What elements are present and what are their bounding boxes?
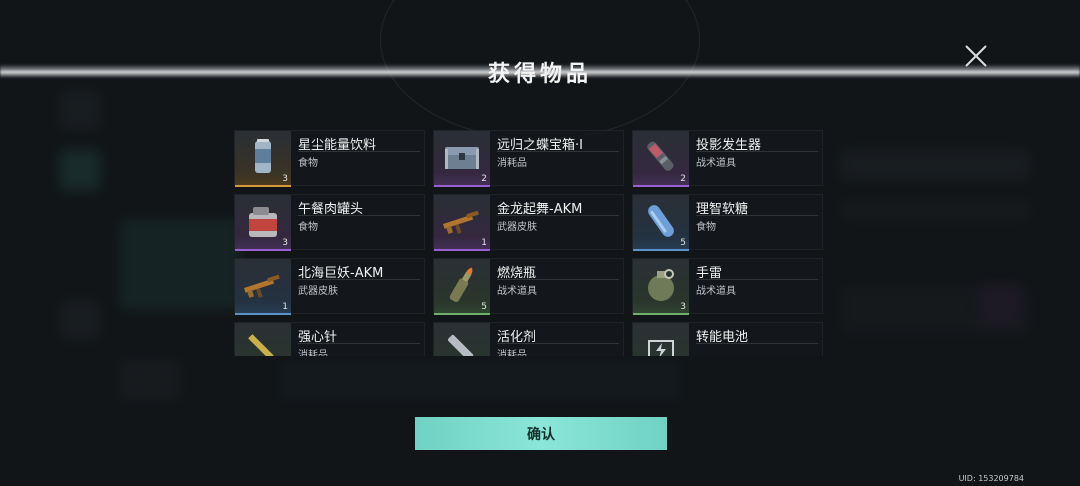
item-divider	[298, 279, 420, 280]
item-icon-box: 5	[434, 259, 490, 315]
item-type: 战术道具	[696, 158, 736, 169]
item-type: 武器皮肤	[298, 286, 338, 297]
item-count: 3	[680, 302, 686, 312]
dialog-title: 获得物品	[487, 62, 592, 87]
battery-icon	[648, 340, 674, 356]
item-icon-box: 3	[235, 131, 291, 187]
item-divider	[696, 343, 818, 344]
item-icon-box: 3	[235, 195, 291, 251]
item-type: 食物	[298, 158, 318, 169]
item-type: 食物	[298, 222, 318, 233]
rarity-bar	[235, 249, 291, 251]
item-count: 5	[680, 238, 686, 248]
reward-item-card[interactable]: 1 金龙起舞-AKM 武器皮肤	[433, 194, 624, 251]
item-divider	[298, 151, 420, 152]
molotov-icon	[449, 267, 473, 302]
close-icon	[965, 45, 987, 67]
reward-items-list[interactable]: 3 星尘能量饮料 食物 2 远归之蝶宝箱·I 消耗品 2 投影发生器 战术道具 …	[234, 130, 826, 356]
energy-drink-can-icon	[255, 139, 271, 173]
item-divider	[298, 343, 420, 344]
reward-item-card[interactable]: 3 星尘能量饮料 食物	[234, 130, 425, 187]
reward-item-card[interactable]: 2 远归之蝶宝箱·I 消耗品	[433, 130, 624, 187]
item-icon-box	[235, 323, 291, 356]
item-type: 武器皮肤	[497, 222, 537, 233]
reward-item-card[interactable]: 转能电池	[632, 322, 823, 356]
reward-item-card[interactable]: 3 午餐肉罐头 食物	[234, 194, 425, 251]
item-type: 消耗品	[497, 158, 527, 169]
item-icon-box: 2	[633, 131, 689, 187]
item-count: 2	[680, 174, 686, 184]
projection-generator-icon	[647, 141, 674, 171]
capsule-candy-icon	[648, 205, 674, 237]
item-divider	[497, 343, 619, 344]
item-icon-box: 1	[235, 259, 291, 315]
rarity-bar	[633, 313, 689, 315]
item-count: 5	[481, 302, 487, 312]
rarity-bar	[633, 249, 689, 251]
uid-label: UID: 153209784	[958, 474, 1024, 483]
item-type: 战术道具	[696, 286, 736, 297]
rarity-bar	[235, 185, 291, 187]
grenade-icon	[648, 269, 674, 301]
item-divider	[497, 279, 619, 280]
rarity-bar	[235, 313, 291, 315]
reward-item-card[interactable]: 5 燃烧瓶 战术道具	[433, 258, 624, 315]
item-type: 战术道具	[497, 286, 537, 297]
reward-item-card[interactable]: 1 北海巨妖-AKM 武器皮肤	[234, 258, 425, 315]
item-divider	[497, 215, 619, 216]
item-count: 2	[481, 174, 487, 184]
item-icon-box: 1	[434, 195, 490, 251]
item-divider	[696, 215, 818, 216]
item-divider	[696, 279, 818, 280]
item-count: 1	[282, 302, 288, 312]
rarity-bar	[434, 185, 490, 187]
item-divider	[696, 151, 818, 152]
akm-rifle-icon	[244, 274, 280, 298]
syringe-icon	[248, 334, 274, 356]
item-type: 消耗品	[298, 350, 328, 356]
canned-meat-icon	[249, 207, 277, 237]
injector-icon	[447, 334, 474, 356]
rarity-bar	[434, 313, 490, 315]
item-count: 3	[282, 238, 288, 248]
item-icon-box: 3	[633, 259, 689, 315]
akm-rifle-icon	[443, 210, 479, 234]
item-type: 消耗品	[497, 350, 527, 356]
rarity-bar	[633, 185, 689, 187]
reward-item-card[interactable]: 2 投影发生器 战术道具	[632, 130, 823, 187]
item-count: 1	[481, 238, 487, 248]
item-icon-box: 5	[633, 195, 689, 251]
reward-item-card[interactable]: 5 理智软糖 食物	[632, 194, 823, 251]
reward-item-card[interactable]: 3 手雷 战术道具	[632, 258, 823, 315]
item-divider	[497, 151, 619, 152]
item-icon-box: 2	[434, 131, 490, 187]
reward-item-card[interactable]: 强心针 消耗品	[234, 322, 425, 356]
item-divider	[298, 215, 420, 216]
reward-item-card[interactable]: 活化剂 消耗品	[433, 322, 624, 356]
item-icon-box	[434, 323, 490, 356]
item-count: 3	[282, 174, 288, 184]
item-icon-box	[633, 323, 689, 356]
item-type: 食物	[696, 222, 716, 233]
close-button[interactable]	[960, 40, 992, 72]
confirm-button[interactable]: 确认	[415, 417, 667, 450]
rarity-bar	[434, 249, 490, 251]
treasure-chest-icon	[445, 147, 479, 169]
